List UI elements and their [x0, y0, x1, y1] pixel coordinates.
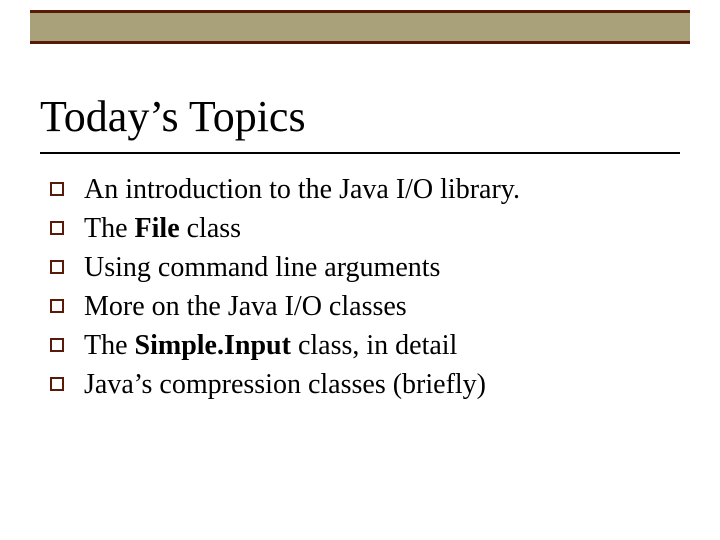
- text-bold-segment: File: [135, 213, 180, 244]
- text-segment: The: [84, 330, 135, 361]
- square-bullet-icon: [50, 338, 64, 352]
- title-underline: [40, 152, 680, 154]
- square-bullet-icon: [50, 260, 64, 274]
- list-item: The Simple.Input class, in detail: [50, 328, 670, 363]
- bullet-list: An introduction to the Java I/O library.…: [50, 172, 670, 406]
- slide: Today’s Topics An introduction to the Ja…: [0, 0, 720, 540]
- square-bullet-icon: [50, 299, 64, 313]
- square-bullet-icon: [50, 377, 64, 391]
- list-item: Java’s compression classes (briefly): [50, 367, 670, 402]
- list-item: More on the Java I/O classes: [50, 289, 670, 324]
- list-item-text: The Simple.Input class, in detail: [84, 328, 457, 363]
- text-segment: Using command line arguments: [84, 252, 440, 283]
- list-item: The File class: [50, 211, 670, 246]
- text-segment: Java’s compression classes (briefly): [84, 369, 486, 400]
- text-segment: class: [180, 213, 241, 244]
- list-item-text: The File class: [84, 211, 241, 246]
- text-bold-segment: Simple.Input: [135, 330, 291, 361]
- list-item-text: Using command line arguments: [84, 250, 440, 285]
- text-segment: More on the Java I/O classes: [84, 291, 407, 322]
- list-item-text: An introduction to the Java I/O library.: [84, 172, 520, 207]
- list-item-text: Java’s compression classes (briefly): [84, 367, 486, 402]
- decorative-header-stripe: [30, 10, 690, 44]
- slide-title: Today’s Topics: [40, 92, 680, 143]
- text-segment: class, in detail: [291, 330, 457, 361]
- list-item: An introduction to the Java I/O library.: [50, 172, 670, 207]
- text-segment: An introduction to the Java I/O library.: [84, 174, 520, 205]
- square-bullet-icon: [50, 182, 64, 196]
- list-item-text: More on the Java I/O classes: [84, 289, 407, 324]
- square-bullet-icon: [50, 221, 64, 235]
- text-segment: The: [84, 213, 135, 244]
- list-item: Using command line arguments: [50, 250, 670, 285]
